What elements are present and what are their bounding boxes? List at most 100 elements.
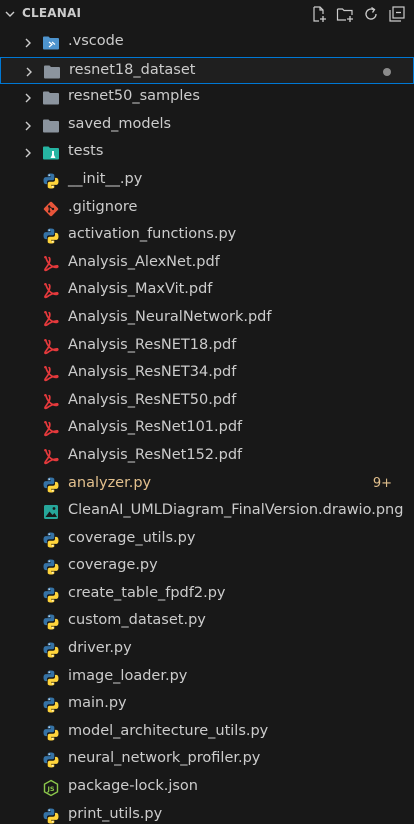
vscode-folder-icon	[42, 34, 60, 52]
tree-item-label: image_loader.py	[68, 667, 188, 684]
tree-item-label: Analysis_MaxVit.pdf	[68, 281, 213, 298]
file-item-create-table-fpdf2-py[interactable]: create_table_fpdf2.py	[0, 581, 414, 609]
collapse-all-icon[interactable]	[386, 3, 408, 25]
file-item-coverage-py[interactable]: coverage.py	[0, 553, 414, 581]
test-folder-icon	[42, 144, 60, 162]
tree-item-label: Analysis_ResNet101.pdf	[68, 419, 243, 436]
tree-item-label: custom_dataset.py	[68, 612, 206, 629]
refresh-icon[interactable]	[360, 3, 382, 25]
python-icon	[42, 227, 60, 245]
python-icon	[42, 531, 60, 549]
file-tree: .vscode resnet18_dataset resnet50_sampless…	[0, 29, 414, 824]
folder-item-resnet18-dataset[interactable]: resnet18_dataset	[0, 56, 414, 85]
tree-item-label: Analysis_NeuralNetwork.pdf	[68, 308, 272, 325]
tree-item-label: tests	[68, 143, 104, 160]
tree-item-label: model_architecture_utils.py	[68, 722, 269, 739]
python-icon	[42, 807, 60, 824]
tree-item-label: Analysis_AlexNet.pdf	[68, 253, 220, 270]
python-icon	[42, 724, 60, 742]
python-icon	[42, 586, 60, 604]
chevron-right-icon[interactable]	[23, 66, 35, 78]
file-item-coverage-utils-py[interactable]: coverage_utils.py	[0, 526, 414, 554]
pdf-icon	[42, 282, 60, 300]
tree-item-label: Analysis_ResNET50.pdf	[68, 391, 237, 408]
file-item-analysis-resnet18-pdf[interactable]: Analysis_ResNET18.pdf	[0, 333, 414, 361]
pdf-icon	[42, 338, 60, 356]
explorer-title: CLEANAI	[22, 6, 82, 20]
tree-item-label: resnet18_dataset	[69, 61, 196, 78]
tree-item-label: Analysis_ResNet152.pdf	[68, 446, 243, 463]
pdf-icon	[42, 255, 60, 273]
tree-item-label: neural_network_profiler.py	[68, 750, 261, 767]
chevron-right-icon[interactable]	[22, 147, 34, 159]
tree-item-label: resnet50_samples	[68, 88, 200, 105]
tree-item-label: .vscode	[68, 33, 124, 49]
file-item-print-utils-py[interactable]: print_utils.py	[0, 802, 414, 824]
tree-item-label: __init__.py	[68, 170, 143, 187]
python-icon	[42, 669, 60, 687]
image-icon	[42, 503, 60, 521]
new-file-icon[interactable]	[308, 3, 330, 25]
tree-item-label: package-lock.json	[68, 778, 198, 795]
file-item-package-lock-json[interactable]: JS package-lock.json	[0, 774, 414, 802]
tree-item-label: print_utils.py	[68, 805, 163, 822]
nodejs-icon: JS	[42, 779, 60, 797]
file-item-analysis-alexnet-pdf[interactable]: Analysis_AlexNet.pdf	[0, 250, 414, 278]
tree-item-label: driver.py	[68, 640, 132, 657]
tree-item-label: activation_functions.py	[68, 226, 237, 243]
file-item-main-py[interactable]: main.py	[0, 691, 414, 719]
folder-item-saved-models[interactable]: saved_models	[0, 112, 414, 140]
file-item-custom-dataset-py[interactable]: custom_dataset.py	[0, 608, 414, 636]
python-icon	[42, 172, 60, 190]
tree-item-label: analyzer.py	[68, 474, 152, 491]
problems-badge: 9+	[372, 475, 392, 491]
python-icon	[42, 613, 60, 631]
file-item-neural-network-profiler-py[interactable]: neural_network_profiler.py	[0, 746, 414, 774]
file-item-activation-functions-py[interactable]: activation_functions.py	[0, 222, 414, 250]
file-item-analysis-resnet50-pdf[interactable]: Analysis_ResNET50.pdf	[0, 388, 414, 416]
file-item-model-architecture-utils-py[interactable]: model_architecture_utils.py	[0, 719, 414, 747]
tree-item-label: main.py	[68, 695, 127, 712]
python-icon	[42, 696, 60, 714]
file-item-analyzer-py[interactable]: analyzer.py 9+	[0, 471, 414, 499]
folder-item-tests[interactable]: tests	[0, 139, 414, 167]
tree-item-label: Analysis_ResNET18.pdf	[68, 336, 237, 353]
pdf-icon	[42, 448, 60, 466]
file-item-analysis-resnet101-pdf[interactable]: Analysis_ResNet101.pdf	[0, 415, 414, 443]
folder-icon	[42, 89, 60, 107]
pdf-icon	[42, 393, 60, 411]
folder-item-vscode[interactable]: .vscode	[0, 29, 414, 57]
file-item-analysis-resnet152-pdf[interactable]: Analysis_ResNet152.pdf	[0, 443, 414, 471]
tree-item-label: Analysis_ResNET34.pdf	[68, 364, 237, 381]
pdf-icon	[42, 365, 60, 383]
file-item-init-py[interactable]: __init__.py	[0, 167, 414, 195]
tree-item-label: CleanAI_UMLDiagram_FinalVersion.drawio.p…	[68, 502, 404, 519]
pdf-icon	[42, 420, 60, 438]
file-item-cleanai-umldiagram-finalversion-drawio-png[interactable]: CleanAI_UMLDiagram_FinalVersion.drawio.p…	[0, 498, 414, 526]
file-item-driver-py[interactable]: driver.py	[0, 636, 414, 664]
python-icon	[42, 751, 60, 769]
file-item-analysis-resnet34-pdf[interactable]: Analysis_ResNET34.pdf	[0, 360, 414, 388]
explorer-actions	[308, 3, 408, 25]
tree-item-label: saved_models	[68, 115, 172, 132]
new-folder-icon[interactable]	[334, 3, 356, 25]
tree-item-label: coverage.py	[68, 557, 158, 574]
tree-item-label: coverage_utils.py	[68, 529, 196, 546]
svg-text:JS: JS	[46, 785, 54, 793]
chevron-right-icon[interactable]	[22, 92, 34, 104]
file-item-image-loader-py[interactable]: image_loader.py	[0, 664, 414, 692]
tree-item-label: .gitignore	[68, 198, 138, 215]
explorer-header[interactable]: CLEANAI	[0, 0, 414, 28]
file-item-gitignore[interactable]: .gitignore	[0, 195, 414, 223]
chevron-right-icon[interactable]	[22, 37, 34, 49]
file-item-analysis-maxvit-pdf[interactable]: Analysis_MaxVit.pdf	[0, 277, 414, 305]
chevron-right-icon[interactable]	[22, 120, 34, 132]
chevron-down-icon[interactable]	[4, 8, 16, 20]
tree-item-label: create_table_fpdf2.py	[68, 584, 226, 601]
python-icon	[42, 641, 60, 659]
file-item-analysis-neuralnetwork-pdf[interactable]: Analysis_NeuralNetwork.pdf	[0, 305, 414, 333]
git-icon	[42, 200, 60, 218]
pdf-icon	[42, 310, 60, 328]
folder-item-resnet50-samples[interactable]: resnet50_samples	[0, 84, 414, 112]
folder-icon	[43, 63, 61, 81]
